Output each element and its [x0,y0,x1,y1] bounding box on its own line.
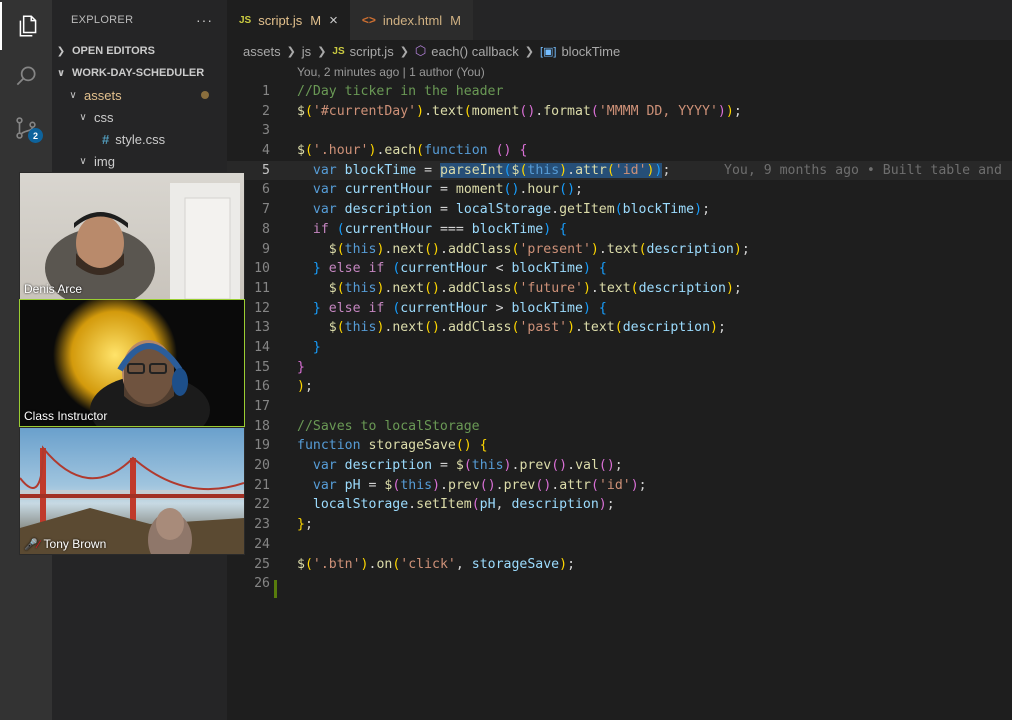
participant-video-icon [20,445,244,554]
code-line: 16); [254,379,313,395]
tab-script-js[interactable]: JS script.js M × [227,0,350,40]
code-line: 4 $('.hour').each(function () { [262,143,528,159]
code-line: 8 if (currentHour === blockTime) { [262,221,568,237]
folder-label: css [94,109,114,125]
code-line: 1//Day ticker in the header [262,84,504,99]
code-line: 6 var currentHour = moment().hour(); [262,182,583,198]
mic-muted-icon: 🎤⁄ [24,539,40,551]
chevron-right-icon: ❯ [56,45,66,57]
code-line: 26 [254,576,270,592]
chevron-right-icon: ❯ [524,45,534,58]
breadcrumb-item[interactable]: each() callback [431,44,518,59]
chevron-right-icon: ❯ [286,45,296,58]
more-actions-icon[interactable]: ··· [196,12,213,28]
code-line: 22 localStorage.setItem(pH, description)… [254,497,615,513]
code-line: 25 $('.btn').on('click', storageSave); [254,556,576,572]
chevron-right-icon: ❯ [399,45,409,58]
modified-indicator: M [310,12,322,28]
tree-folder-assets[interactable]: ∨ assets [52,84,227,106]
git-blame-annotation: You, 9 months ago • Built table and [724,162,1002,178]
code-line: 15} [254,359,305,375]
modified-dot-icon [201,91,209,99]
variable-icon: [▣] [539,45,557,58]
chevron-right-icon: ❯ [317,45,327,58]
js-file-icon: JS [332,45,345,57]
participant-video-icon [53,300,210,426]
code-editor[interactable]: 1//Day ticker in the header 2 $('#current… [227,82,1012,598]
code-line: 2 $('#currentDay').text(moment().format('… [262,103,742,119]
code-line: 12 } else if (currentHour > blockTime) { [254,300,607,316]
code-line: 24 [254,536,270,552]
tab-index-html[interactable]: <> index.html M [349,0,474,40]
chevron-down-icon: ∨ [79,155,87,167]
explorer-icon[interactable] [0,2,54,50]
participant-name: Class Instructor [24,409,108,423]
git-added-gutter-marker [274,580,277,598]
modified-indicator: M [450,12,462,28]
tree-folder-img[interactable]: ∨ img [52,150,227,172]
video-tile-active-speaker[interactable]: Class Instructor [19,299,245,427]
code-line: 19 function storageSave() { [254,438,488,454]
source-control-icon[interactable]: 2 [0,104,52,152]
project-label: WORK-DAY-SCHEDULER [72,67,205,79]
css-file-icon: # [102,131,110,147]
explorer-header: EXPLORER ··· [52,0,227,40]
tree-file-style-css[interactable]: # style.css [52,128,227,150]
open-editors-section[interactable]: ❯ OPEN EDITORS [52,40,227,62]
code-line: 7 var description = localStorage.getItem… [262,202,711,218]
tab-label: script.js [258,12,303,28]
breadcrumb-item[interactable]: js [302,44,311,59]
breadcrumb-item[interactable]: blockTime [561,44,620,59]
codelens-author[interactable]: You, 2 minutes ago | 1 author (You) [297,65,485,79]
search-icon[interactable] [0,52,52,100]
project-section[interactable]: ∨ WORK-DAY-SCHEDULER [52,62,227,84]
explorer-title: EXPLORER [71,14,134,26]
editor-tabs: JS script.js M × <> index.html M [227,0,1012,40]
code-line: 23}; [254,517,313,533]
tab-label: index.html [382,12,443,28]
video-tile-participant[interactable]: 🎤⁄ Tony Brown [19,427,245,555]
code-line: 10 } else if (currentHour < blockTime) { [254,261,607,277]
video-tile-participant[interactable]: Denis Arce [19,172,245,300]
breadcrumb-item[interactable]: assets [243,44,281,59]
participant-video-icon [45,183,240,299]
tree-folder-css[interactable]: ∨ css [52,106,227,128]
chevron-down-icon: ∨ [56,67,66,79]
file-label: style.css [115,131,166,147]
chevron-down-icon: ∨ [69,89,77,101]
participant-name-row: 🎤⁄ Tony Brown [24,537,106,551]
folder-label: assets [84,87,122,103]
method-cube-icon: ⬡ [414,43,427,58]
code-line: 3 [262,123,270,139]
code-line: 18//Saves to localStorage [254,418,480,434]
participant-name: Tony Brown [43,537,107,551]
code-line-current: 5 var blockTime = parseInt($(this).attr(… [227,160,1012,181]
code-line: 13 $(this).next().addClass('past').text(… [254,320,726,336]
code-line: 17 [254,399,270,414]
breadcrumb: assets ❯ js ❯ JS script.js ❯ ⬡ each() ca… [227,40,1012,62]
code-line: 14 } [254,339,321,355]
folder-label: img [94,153,115,169]
code-line: 9 $(this).next().addClass('present').tex… [262,241,750,257]
chevron-down-icon: ∨ [79,111,87,123]
editor-area: JS script.js M × <> index.html M assets … [227,0,1012,720]
open-editors-label: OPEN EDITORS [72,45,155,57]
html-file-icon: <> [361,13,376,27]
close-icon[interactable]: × [329,12,338,29]
scm-badge: 2 [28,128,43,143]
code-line: 20 var description = $(this).prev().val(… [254,458,623,474]
code-line: 11 $(this).next().addClass('future').tex… [254,280,742,296]
code-line: 21 var pH = $(this).prev().prev().attr('… [254,477,647,493]
breadcrumb-item[interactable]: script.js [350,44,394,59]
js-file-icon: JS [239,14,252,26]
participant-name: Denis Arce [24,282,83,296]
